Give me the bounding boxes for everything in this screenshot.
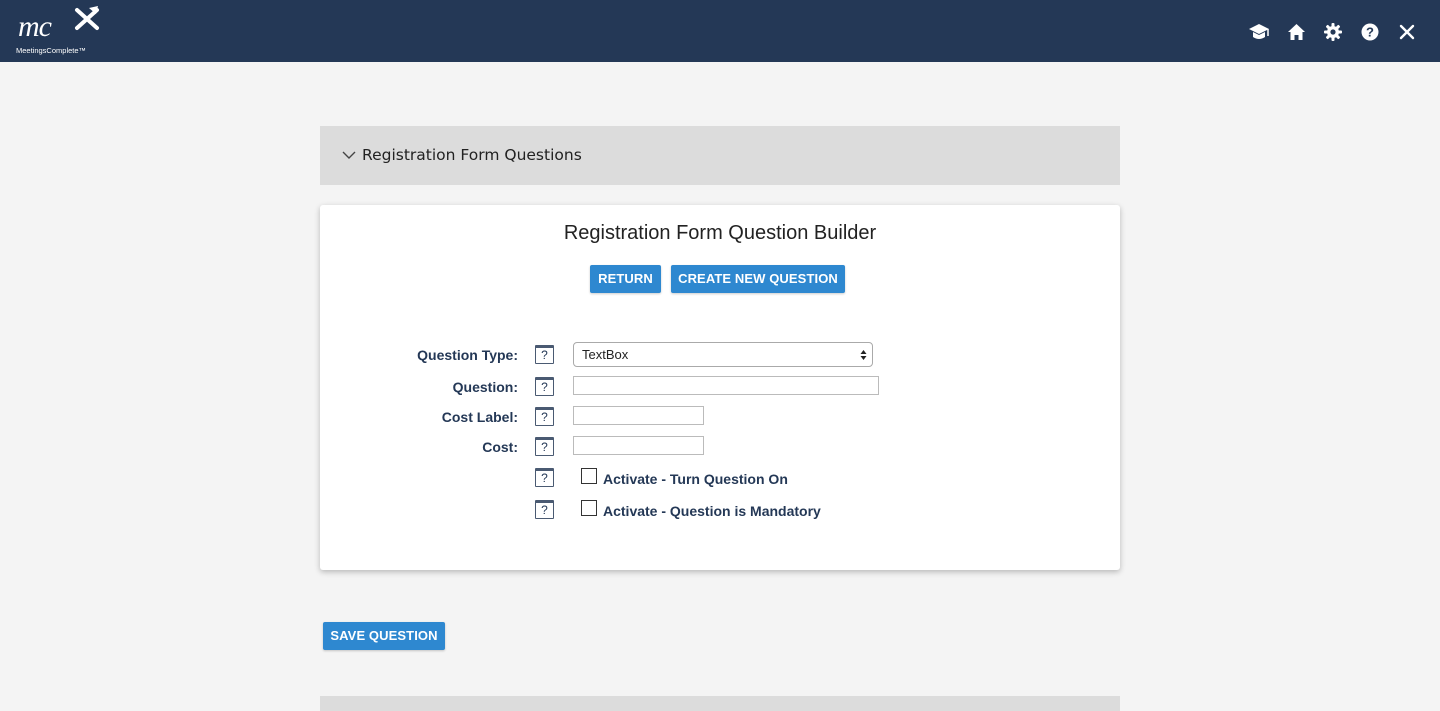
help-icon[interactable]: ? xyxy=(535,407,554,426)
return-button[interactable]: RETURN xyxy=(590,265,661,293)
logo-name: MeetingsComplete™ xyxy=(16,46,87,55)
cost-label: Cost: xyxy=(482,439,518,455)
cost-label-input[interactable] xyxy=(573,406,704,425)
mandatory-question-checkbox[interactable] xyxy=(581,500,597,516)
question-label: Question: xyxy=(452,379,518,395)
home-icon[interactable] xyxy=(1285,21,1307,43)
question-input[interactable] xyxy=(573,376,879,395)
help-icon[interactable]: ? xyxy=(535,468,554,487)
save-question-button[interactable]: SAVE QUESTION xyxy=(323,622,445,650)
section-title: Registration Form Questions xyxy=(362,146,582,164)
airplane-icon xyxy=(75,6,99,30)
activate-question-label: Activate - Turn Question On xyxy=(603,471,788,487)
chevron-down-icon xyxy=(342,151,356,159)
activate-question-checkbox[interactable] xyxy=(581,468,597,484)
cost-label-label: Cost Label: xyxy=(441,409,518,425)
cost-input[interactable] xyxy=(573,436,704,455)
logo-mark: mc xyxy=(18,10,52,43)
gear-icon[interactable] xyxy=(1322,21,1344,43)
registration-form-questions-header[interactable]: Registration Form Questions xyxy=(320,126,1120,185)
question-type-label: Question Type: xyxy=(417,347,518,363)
svg-text:?: ? xyxy=(1366,25,1374,40)
select-arrows-icon xyxy=(860,350,867,360)
help-icon[interactable]: ? xyxy=(535,377,554,396)
close-icon[interactable] xyxy=(1396,21,1418,43)
mandatory-question-label: Activate - Question is Mandatory xyxy=(603,503,821,519)
help-icon[interactable]: ? xyxy=(535,345,554,364)
meetingscomplete-logo[interactable]: mc MeetingsComplete™ xyxy=(14,4,106,58)
create-new-question-button[interactable]: CREATE NEW QUESTION xyxy=(671,265,845,293)
question-builder-card: Registration Form Question Builder RETUR… xyxy=(320,205,1120,570)
top-bar-icons: ? xyxy=(1248,19,1418,45)
card-title: Registration Form Question Builder xyxy=(563,222,877,244)
help-icon[interactable]: ? xyxy=(1359,21,1381,43)
help-icon[interactable]: ? xyxy=(535,500,554,519)
top-bar: mc MeetingsComplete™ ? xyxy=(0,0,1440,62)
question-type-value: TextBox xyxy=(582,347,629,362)
next-section-header[interactable] xyxy=(320,696,1120,711)
help-icon[interactable]: ? xyxy=(535,437,554,456)
graduation-cap-icon[interactable] xyxy=(1248,21,1270,43)
question-type-select[interactable]: TextBox xyxy=(573,342,873,367)
